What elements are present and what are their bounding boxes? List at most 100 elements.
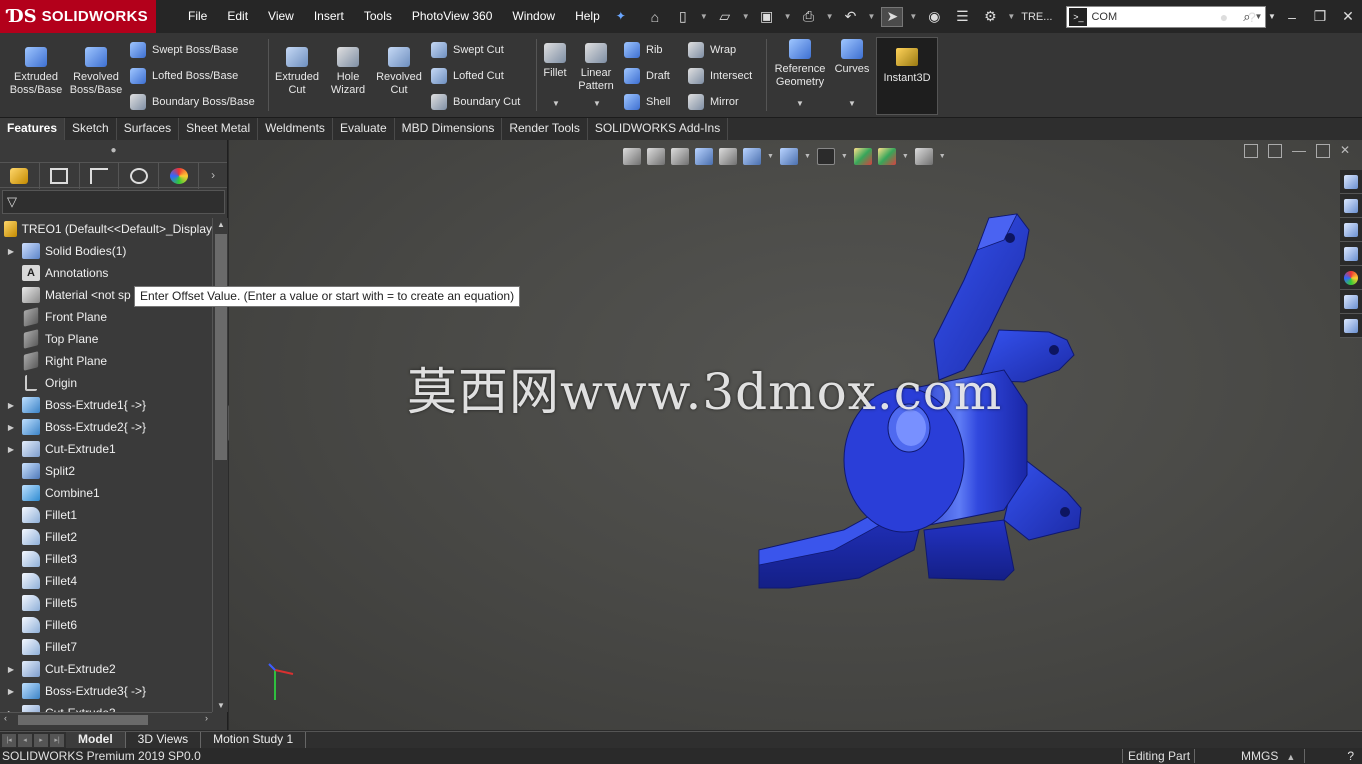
prev-tab-icon[interactable]: ◂	[18, 733, 32, 747]
tab-sketch[interactable]: Sketch	[65, 118, 117, 140]
view-palette-icon[interactable]	[1340, 242, 1362, 266]
menu-insert[interactable]: Insert	[304, 0, 354, 33]
new-document-icon[interactable]: ▯	[672, 7, 694, 27]
tab-configurationmanager[interactable]	[80, 163, 120, 189]
expand-arrow-icon[interactable]: ▶	[0, 687, 22, 696]
rib-button[interactable]: Rib	[624, 41, 663, 59]
save-icon[interactable]: ▣	[756, 7, 778, 27]
tree-item[interactable]: Combine1	[0, 482, 212, 504]
chevron-down-icon[interactable]: ▼	[939, 153, 946, 160]
file-properties-icon[interactable]: ☰	[951, 7, 973, 27]
tree-item[interactable]: Top Plane	[0, 328, 212, 350]
next-tab-icon[interactable]: ▸	[34, 733, 48, 747]
chevron-down-icon[interactable]: ▼	[909, 12, 917, 21]
zoom-to-fit-icon[interactable]	[623, 147, 641, 165]
tab-motion-study[interactable]: Motion Study 1	[201, 732, 307, 748]
chevron-down-icon[interactable]: ▼	[700, 12, 708, 21]
swept-boss-button[interactable]: Swept Boss/Base	[130, 41, 238, 59]
minimize-icon[interactable]: –	[1278, 9, 1306, 25]
fillet-button[interactable]: Fillet	[540, 37, 570, 80]
tile-vertical-icon[interactable]	[1268, 144, 1282, 158]
tree-item[interactable]: Right Plane	[0, 350, 212, 372]
hide-show-items-icon[interactable]	[816, 147, 835, 165]
tree-filter[interactable]: ▽	[2, 190, 225, 214]
boundary-boss-button[interactable]: Boundary Boss/Base	[130, 93, 255, 111]
appearances-icon[interactable]	[1340, 266, 1362, 290]
shell-button[interactable]: Shell	[624, 93, 670, 111]
chevron-down-icon[interactable]: ▼	[796, 99, 804, 108]
tab-mbd-dimensions[interactable]: MBD Dimensions	[394, 118, 503, 140]
lofted-boss-button[interactable]: Lofted Boss/Base	[130, 67, 238, 85]
restore-icon[interactable]	[1316, 144, 1330, 158]
swept-cut-button[interactable]: Swept Cut	[431, 41, 504, 59]
chevron-down-icon[interactable]: ▼	[804, 153, 811, 160]
revolved-boss-button[interactable]: Revolved Boss/Base	[68, 41, 124, 97]
dynamic-annotation-icon[interactable]	[719, 147, 737, 165]
chevron-down-icon[interactable]: ▼	[848, 99, 856, 108]
tree-item[interactable]: Fillet2	[0, 526, 212, 548]
tree-item[interactable]: ▶ Cut-Extrude1	[0, 438, 212, 460]
tree-item[interactable]: A Annotations	[0, 262, 212, 284]
chevron-down-icon[interactable]: ▼	[868, 12, 876, 21]
expand-arrow-icon[interactable]: ▶	[0, 665, 22, 674]
chevron-up-icon[interactable]: ▲	[1278, 752, 1295, 762]
expand-arrow-icon[interactable]: ▶	[0, 247, 22, 256]
chevron-down-icon[interactable]: ▼	[1007, 12, 1015, 21]
view-orientation-icon[interactable]	[743, 147, 761, 165]
design-library-icon[interactable]	[1340, 194, 1362, 218]
intersect-button[interactable]: Intersect	[688, 67, 752, 85]
file-explorer-icon[interactable]	[1340, 218, 1362, 242]
chevron-down-icon[interactable]: ▼	[826, 12, 834, 21]
menu-edit[interactable]: Edit	[217, 0, 258, 33]
reference-triad[interactable]	[267, 660, 307, 710]
lofted-cut-button[interactable]: Lofted Cut	[431, 67, 504, 85]
revolved-cut-button[interactable]: Revolved Cut	[374, 41, 424, 97]
open-icon[interactable]: ▱	[714, 7, 736, 27]
options-icon[interactable]: ⚙	[979, 7, 1001, 27]
solidworks-resources-icon[interactable]	[1340, 170, 1362, 194]
pin-menu-icon[interactable]: ✦	[610, 0, 626, 33]
menu-photoview[interactable]: PhotoView 360	[402, 0, 503, 33]
scroll-up-icon[interactable]: ▲	[213, 220, 229, 229]
tab-surfaces[interactable]: Surfaces	[116, 118, 180, 140]
chevron-down-icon[interactable]: ▼	[593, 99, 601, 108]
expand-arrow-icon[interactable]: ▶	[0, 401, 22, 410]
panel-grip[interactable]: ●	[0, 140, 227, 162]
tree-item[interactable]: Front Plane	[0, 306, 212, 328]
tree-horizontal-scrollbar[interactable]: ‹ ›	[0, 712, 212, 726]
tab-render-tools[interactable]: Render Tools	[502, 118, 588, 140]
restore-icon[interactable]: ❐	[1306, 8, 1334, 25]
print-icon[interactable]: ⎙	[798, 7, 820, 27]
chevron-down-icon[interactable]: ▼	[742, 12, 750, 21]
custom-properties-icon[interactable]	[1340, 290, 1362, 314]
extruded-boss-button[interactable]: Extruded Boss/Base	[8, 41, 64, 97]
chevron-down-icon[interactable]: ▼	[784, 12, 792, 21]
zoom-to-area-icon[interactable]	[647, 147, 665, 165]
tab-sheet-metal[interactable]: Sheet Metal	[179, 118, 259, 140]
tree-item[interactable]: ▶ Cut-Extrude2	[0, 658, 212, 680]
close-icon[interactable]: ✕	[1340, 144, 1354, 158]
home-icon[interactable]: ⌂	[644, 7, 666, 27]
tree-item[interactable]: Split2	[0, 460, 212, 482]
chevron-down-icon[interactable]: ▼	[1266, 12, 1278, 21]
apply-scene-icon[interactable]	[877, 147, 896, 165]
tab-evaluate[interactable]: Evaluate	[332, 118, 395, 140]
wrap-button[interactable]: Wrap	[688, 41, 736, 59]
tab-solidworks-add-ins[interactable]: SOLIDWORKS Add-Ins	[587, 118, 729, 140]
menu-view[interactable]: View	[258, 0, 304, 33]
help-icon[interactable]: ?	[1238, 9, 1266, 25]
instant3d-button[interactable]: Instant3D	[876, 37, 938, 115]
tab-displaymanager[interactable]	[159, 163, 200, 189]
undo-icon[interactable]: ↶	[840, 7, 862, 27]
scroll-left-icon[interactable]: ‹	[4, 713, 7, 723]
boundary-cut-button[interactable]: Boundary Cut	[431, 93, 520, 111]
solidworks-logo[interactable]: ƊS SOLIDWORKS	[0, 0, 156, 33]
user-icon[interactable]: ●	[1210, 9, 1238, 25]
display-style-icon[interactable]	[779, 147, 798, 165]
expand-arrow-icon[interactable]: ▶	[0, 445, 22, 454]
expand-arrow-icon[interactable]: ▶	[0, 423, 22, 432]
tree-item[interactable]: ▶ Boss-Extrude2{ ->}	[0, 416, 212, 438]
previous-view-icon[interactable]	[671, 147, 689, 165]
tab-model[interactable]: Model	[66, 732, 126, 748]
scroll-down-icon[interactable]: ▼	[213, 701, 229, 710]
